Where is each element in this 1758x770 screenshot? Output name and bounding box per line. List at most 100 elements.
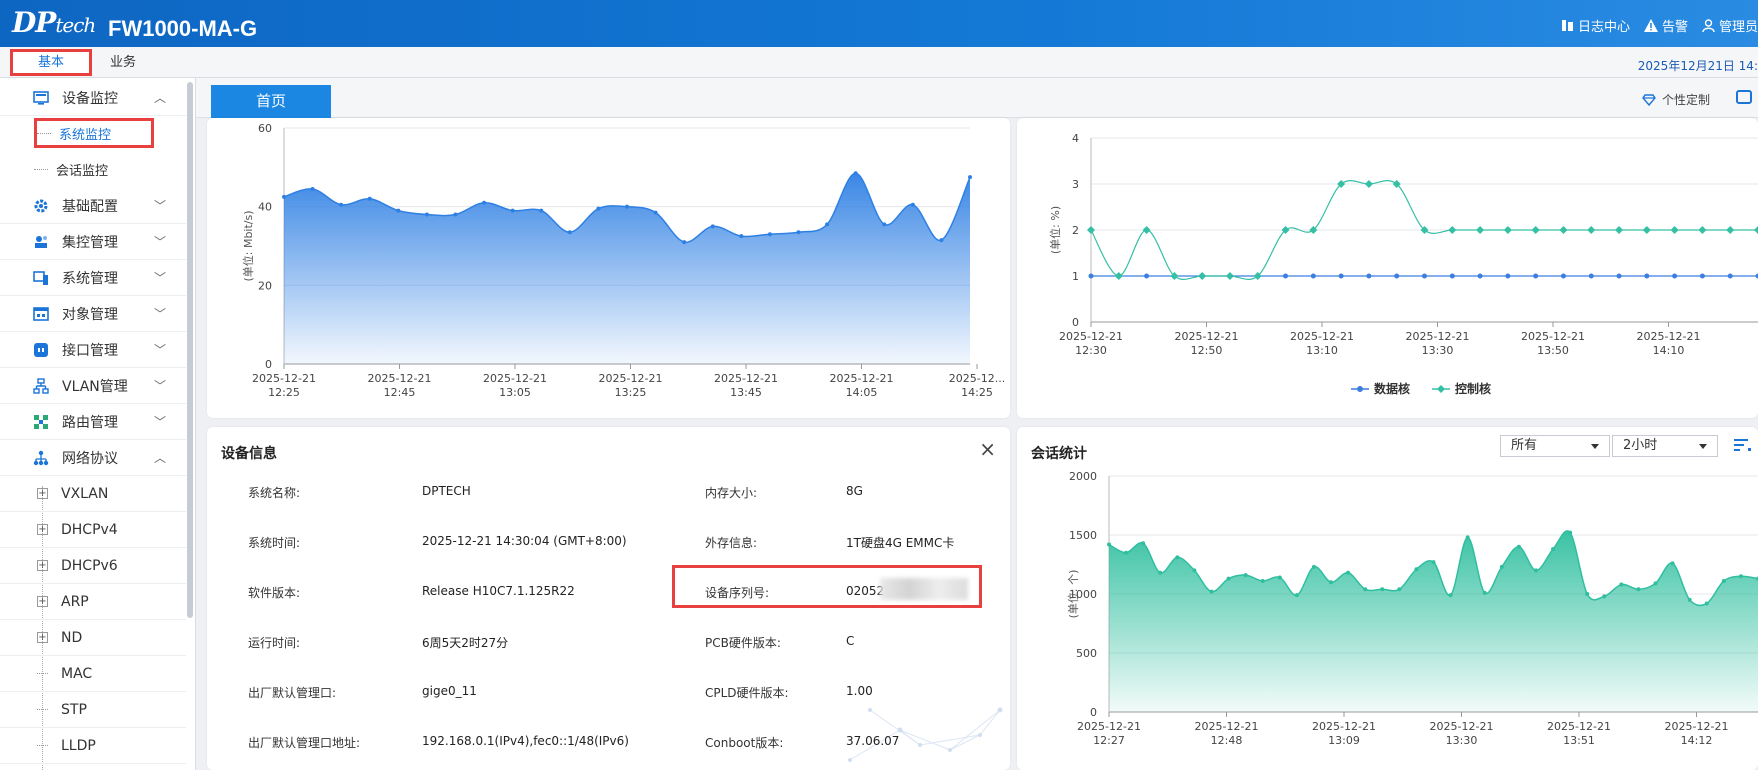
caret-down-icon xyxy=(1591,444,1599,449)
area-fill xyxy=(1109,530,1758,712)
info-label: PCB硬件版本: xyxy=(705,636,781,650)
sidebar-item-mac[interactable]: MAC xyxy=(0,656,186,692)
x-tick-label: 2025-12-21 xyxy=(714,372,778,385)
x-tick-label: 2025-12-21 xyxy=(1547,720,1611,733)
sidebar-group-vlan-management[interactable]: VLAN管理 ﹀ xyxy=(0,368,186,404)
data-point xyxy=(453,212,458,217)
session-filter-select[interactable]: 所有 xyxy=(1500,435,1610,457)
sidebar-item-vxlan[interactable]: + VXLAN xyxy=(0,476,186,512)
info-value: 1T硬盘4G EMMC卡 xyxy=(846,536,955,550)
data-point xyxy=(1142,226,1151,234)
y-tick-label: 20 xyxy=(258,279,272,292)
x-tick-label: 2025-12-21 xyxy=(1521,330,1585,343)
data-point xyxy=(1380,587,1385,592)
x-tick-label: 12:25 xyxy=(268,386,300,399)
admin-label: 管理员 xyxy=(1718,20,1758,35)
x-tick-label: 2025-12... xyxy=(949,372,1005,385)
sidebar-group-label: VLAN管理 xyxy=(62,378,128,395)
x-tick-label: 14:25 xyxy=(961,386,993,399)
sidebar-item-nd[interactable]: + ND xyxy=(0,620,186,656)
y-tick-label: 40 xyxy=(258,201,272,214)
customize-button[interactable]: 个性定制 xyxy=(1642,91,1710,108)
x-tick-label: 13:50 xyxy=(1537,344,1569,357)
data-point xyxy=(1329,580,1334,585)
sidebar-item-arp[interactable]: + ARP xyxy=(0,584,186,620)
data-point xyxy=(1533,568,1538,573)
sidebar-group-device-monitor[interactable]: 设备监控 ︿ xyxy=(0,80,186,116)
data-point xyxy=(1619,582,1624,587)
y-axis-label: (单位: Mbit/s) xyxy=(241,210,255,281)
y-tick-label: 4 xyxy=(1072,132,1079,145)
y-axis-label: (单位: 个) xyxy=(1066,570,1080,619)
legend-item[interactable]: 控制核 xyxy=(1432,380,1491,397)
sidebar-item-label: DHCPv4 xyxy=(61,521,118,538)
tab-business[interactable]: 业务 xyxy=(100,49,146,76)
expand-icon[interactable]: + xyxy=(37,488,48,499)
expand-icon[interactable]: + xyxy=(37,596,48,607)
sidebar-item-session-monitor[interactable]: 会话监控 xyxy=(34,154,108,184)
x-tick-label: 2025-12-21 xyxy=(1077,720,1141,733)
sidebar-group-route-management[interactable]: 路由管理 ﹀ xyxy=(0,404,186,440)
data-point xyxy=(1551,547,1556,552)
sidebar-group-interface-management[interactable]: 接口管理 ﹀ xyxy=(0,332,186,368)
y-axis-label: (单位: %) xyxy=(1048,206,1062,254)
close-icon[interactable]: × xyxy=(979,437,996,461)
x-tick-label: 13:51 xyxy=(1563,734,1595,747)
tab-basic[interactable]: 基本 xyxy=(10,49,92,76)
y-tick-label: 60 xyxy=(258,122,272,135)
log-center-label: 日志中心 xyxy=(1577,20,1630,35)
data-point xyxy=(1726,226,1735,234)
session-count-chart: 0500100015002000(单位: 个)2025-12-2112:2720… xyxy=(1066,470,1758,747)
data-point xyxy=(1560,273,1566,279)
sidebar-group-object-management[interactable]: 对象管理 ﹀ xyxy=(0,296,186,332)
data-point xyxy=(853,171,858,176)
sidebar-item-stp[interactable]: STP xyxy=(0,692,186,728)
interface-icon xyxy=(32,342,50,358)
sidebar-group-network-protocol[interactable]: 网络协议 ︿ xyxy=(0,440,186,476)
window-icon[interactable] xyxy=(1736,90,1752,104)
data-point xyxy=(1226,576,1231,581)
sidebar-scrollbar[interactable] xyxy=(187,82,193,618)
data-point xyxy=(1449,273,1455,279)
sidebar-item-dhcpv4[interactable]: + DHCPv4 xyxy=(0,512,186,548)
sidebar-item-dhcpv6[interactable]: + DHCPv6 xyxy=(0,548,186,584)
info-value: 6周5天2时27分 xyxy=(422,636,509,650)
time-range-select[interactable]: 2小时 xyxy=(1612,435,1718,457)
data-point xyxy=(1616,273,1622,279)
info-label: 设备序列号: xyxy=(705,586,770,600)
serial-number-value: 02052 xyxy=(846,584,885,598)
x-tick-label: 2025-12-21 xyxy=(483,372,547,385)
info-label: 运行时间: xyxy=(248,636,301,650)
chevron-down-icon: ﹀ xyxy=(153,343,166,357)
info-label: CPLD硬件版本: xyxy=(705,686,789,700)
x-tick-label: 12:48 xyxy=(1211,734,1243,747)
sidebar-group-central-control[interactable]: 集控管理 ﹀ xyxy=(0,224,186,260)
admin-menu[interactable]: 管理员 xyxy=(1702,16,1758,35)
sidebar-item-system-monitor[interactable]: 系统监控 xyxy=(34,118,154,148)
legend-item[interactable]: 数据核 xyxy=(1351,380,1410,397)
sidebar-group-label: 路由管理 xyxy=(62,414,118,431)
expand-icon[interactable]: + xyxy=(37,632,48,643)
data-point xyxy=(1653,581,1658,586)
x-tick-label: 13:09 xyxy=(1328,734,1360,747)
expand-icon[interactable]: + xyxy=(37,524,48,535)
info-value: C xyxy=(846,634,855,648)
tab-home[interactable]: 首页 xyxy=(211,85,331,118)
sidebar-group-system-management[interactable]: 系统管理 ﹀ xyxy=(0,260,186,296)
info-value: 8G xyxy=(846,484,863,498)
data-point xyxy=(1687,597,1692,602)
current-date: 2025年12月21日 14: xyxy=(1637,59,1758,73)
data-point xyxy=(1477,273,1483,279)
alarm-link[interactable]: 告警 xyxy=(1643,16,1688,35)
info-label: 系统时间: xyxy=(248,536,301,550)
sidebar-group-basic-config[interactable]: 基础配置 ﹀ xyxy=(0,188,186,224)
expand-icon[interactable]: + xyxy=(37,560,48,571)
network-protocol-icon xyxy=(32,450,50,466)
throughput-chart: 0204060(单位: Mbit/s)2025-12-2112:252025-1… xyxy=(241,122,1005,399)
sidebar-item-label: STP xyxy=(61,701,87,718)
list-settings-icon[interactable] xyxy=(1734,438,1752,452)
log-center-link[interactable]: 日志中心 xyxy=(1561,16,1630,35)
central-control-icon xyxy=(32,234,50,250)
x-tick-label: 2025-12-21 xyxy=(1312,720,1376,733)
sidebar-item-lldp[interactable]: LLDP xyxy=(0,728,186,764)
